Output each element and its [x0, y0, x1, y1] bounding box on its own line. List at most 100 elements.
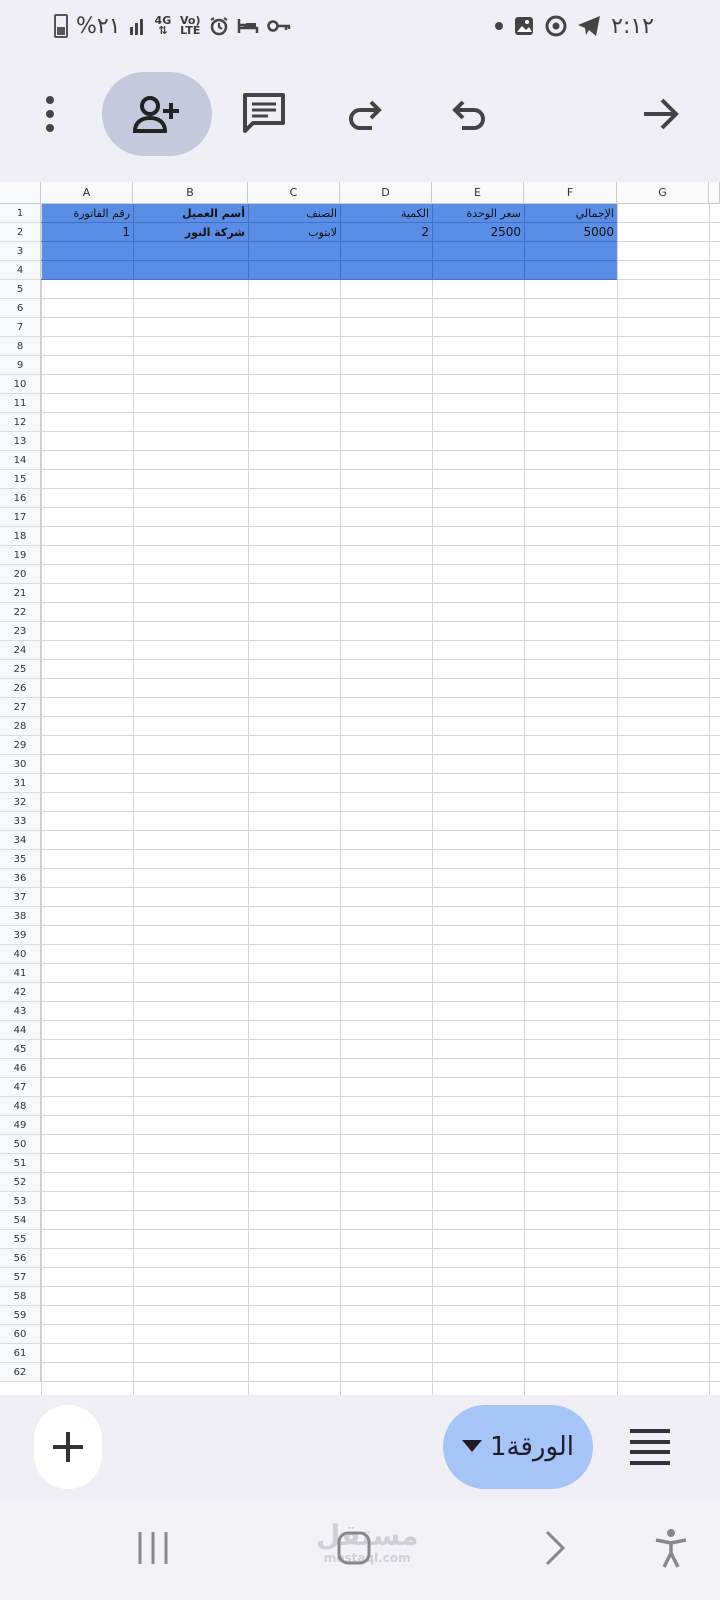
cell-d1[interactable]: الكمية: [340, 204, 432, 223]
row-header[interactable]: 41: [0, 964, 41, 983]
row-header[interactable]: 36: [0, 869, 41, 888]
row-header[interactable]: 25: [0, 660, 41, 679]
row-header[interactable]: 4: [0, 261, 41, 280]
row-header[interactable]: 8: [0, 337, 41, 356]
row-header[interactable]: 5: [0, 280, 41, 299]
row-header[interactable]: 15: [0, 470, 41, 489]
select-all-corner[interactable]: [0, 182, 41, 204]
row-header[interactable]: 55: [0, 1230, 41, 1249]
undo-button[interactable]: [440, 72, 496, 156]
row-header[interactable]: 58: [0, 1287, 41, 1306]
row-header[interactable]: 52: [0, 1173, 41, 1192]
row-header[interactable]: 19: [0, 546, 41, 565]
cell-f2[interactable]: 5000: [524, 223, 617, 242]
recent-apps-icon[interactable]: [136, 1530, 170, 1566]
row-header[interactable]: 44: [0, 1021, 41, 1040]
cell-c2[interactable]: لابتوب: [248, 223, 340, 242]
redo-button[interactable]: [338, 72, 394, 156]
column-header-g[interactable]: G: [617, 182, 709, 204]
row-header[interactable]: 21: [0, 584, 41, 603]
more-options-button[interactable]: [30, 72, 70, 156]
spreadsheet-grid[interactable]: A B C D E F G 1 2 3 4 5 6 7 8 9 10 11 12 13 14 15 16 17 1…: [0, 182, 720, 1395]
row-header[interactable]: 17: [0, 508, 41, 527]
cell-c1[interactable]: الصنف: [248, 204, 340, 223]
add-sheet-button[interactable]: [34, 1405, 102, 1489]
row-header[interactable]: 49: [0, 1116, 41, 1135]
row-header[interactable]: 59: [0, 1306, 41, 1325]
cell-b2[interactable]: شركة النور: [133, 223, 248, 242]
row-header[interactable]: 51: [0, 1154, 41, 1173]
cell-e1[interactable]: سعر الوحدة: [432, 204, 524, 223]
column-header-d[interactable]: D: [340, 182, 432, 204]
column-header-a[interactable]: A: [41, 182, 133, 204]
sheet-tab[interactable]: الورقة1: [443, 1405, 593, 1489]
row-header[interactable]: 56: [0, 1249, 41, 1268]
row-header[interactable]: 7: [0, 318, 41, 337]
bed-icon: [237, 19, 259, 33]
row-header[interactable]: 61: [0, 1344, 41, 1363]
column-header-b[interactable]: B: [133, 182, 248, 204]
row-header[interactable]: 50: [0, 1135, 41, 1154]
all-sheets-list-button[interactable]: [630, 1429, 670, 1465]
row-header[interactable]: 16: [0, 489, 41, 508]
row-header[interactable]: 18: [0, 527, 41, 546]
back-icon[interactable]: [544, 1530, 566, 1566]
row-header[interactable]: 26: [0, 679, 41, 698]
row-header[interactable]: 20: [0, 565, 41, 584]
row-header[interactable]: 10: [0, 375, 41, 394]
accessibility-icon[interactable]: [654, 1527, 688, 1569]
row-header[interactable]: 27: [0, 698, 41, 717]
row-header[interactable]: 28: [0, 717, 41, 736]
row-header[interactable]: 35: [0, 850, 41, 869]
row-header[interactable]: 6: [0, 299, 41, 318]
row-header[interactable]: 60: [0, 1325, 41, 1344]
row-header[interactable]: 1: [0, 204, 41, 223]
row-header[interactable]: 32: [0, 793, 41, 812]
row-header[interactable]: 22: [0, 603, 41, 622]
cell-b1[interactable]: أسم العميل: [133, 204, 248, 223]
row-header[interactable]: 9: [0, 356, 41, 375]
row-header[interactable]: 2: [0, 223, 41, 242]
row-header[interactable]: 12: [0, 413, 41, 432]
row-header[interactable]: 3: [0, 242, 41, 261]
row-header[interactable]: 34: [0, 831, 41, 850]
cell-d2[interactable]: 2: [340, 223, 432, 242]
comment-button[interactable]: [234, 72, 294, 156]
column-header-h-partial[interactable]: [709, 182, 720, 204]
cell-e2[interactable]: 2500: [432, 223, 524, 242]
row-header[interactable]: 40: [0, 945, 41, 964]
cell-a2[interactable]: 1: [41, 223, 133, 242]
row-header[interactable]: 57: [0, 1268, 41, 1287]
cell-f1[interactable]: الإجمالي: [524, 204, 617, 223]
row-header[interactable]: 54: [0, 1211, 41, 1230]
row-header[interactable]: 47: [0, 1078, 41, 1097]
row-header[interactable]: 42: [0, 983, 41, 1002]
column-header-f[interactable]: F: [524, 182, 617, 204]
row-gridline: [41, 507, 720, 508]
row-header[interactable]: 33: [0, 812, 41, 831]
column-header-e[interactable]: E: [432, 182, 524, 204]
row-header[interactable]: 11: [0, 394, 41, 413]
row-gridline: [41, 1381, 720, 1382]
cell-a1[interactable]: رقم الفاتورة: [41, 204, 133, 223]
row-header[interactable]: 24: [0, 641, 41, 660]
row-header[interactable]: 13: [0, 432, 41, 451]
row-header[interactable]: 62: [0, 1363, 41, 1382]
row-header[interactable]: 23: [0, 622, 41, 641]
row-header[interactable]: 30: [0, 755, 41, 774]
column-header-c[interactable]: C: [248, 182, 340, 204]
row-header[interactable]: 31: [0, 774, 41, 793]
row-header[interactable]: 46: [0, 1059, 41, 1078]
row-header[interactable]: 14: [0, 451, 41, 470]
row-header[interactable]: 43: [0, 1002, 41, 1021]
home-icon[interactable]: [336, 1530, 372, 1566]
share-add-person-button[interactable]: [102, 72, 212, 156]
row-header[interactable]: 53: [0, 1192, 41, 1211]
row-header[interactable]: 48: [0, 1097, 41, 1116]
forward-arrow-button[interactable]: [636, 72, 686, 156]
row-header[interactable]: 37: [0, 888, 41, 907]
row-header[interactable]: 38: [0, 907, 41, 926]
row-header[interactable]: 29: [0, 736, 41, 755]
row-header[interactable]: 45: [0, 1040, 41, 1059]
row-header[interactable]: 39: [0, 926, 41, 945]
